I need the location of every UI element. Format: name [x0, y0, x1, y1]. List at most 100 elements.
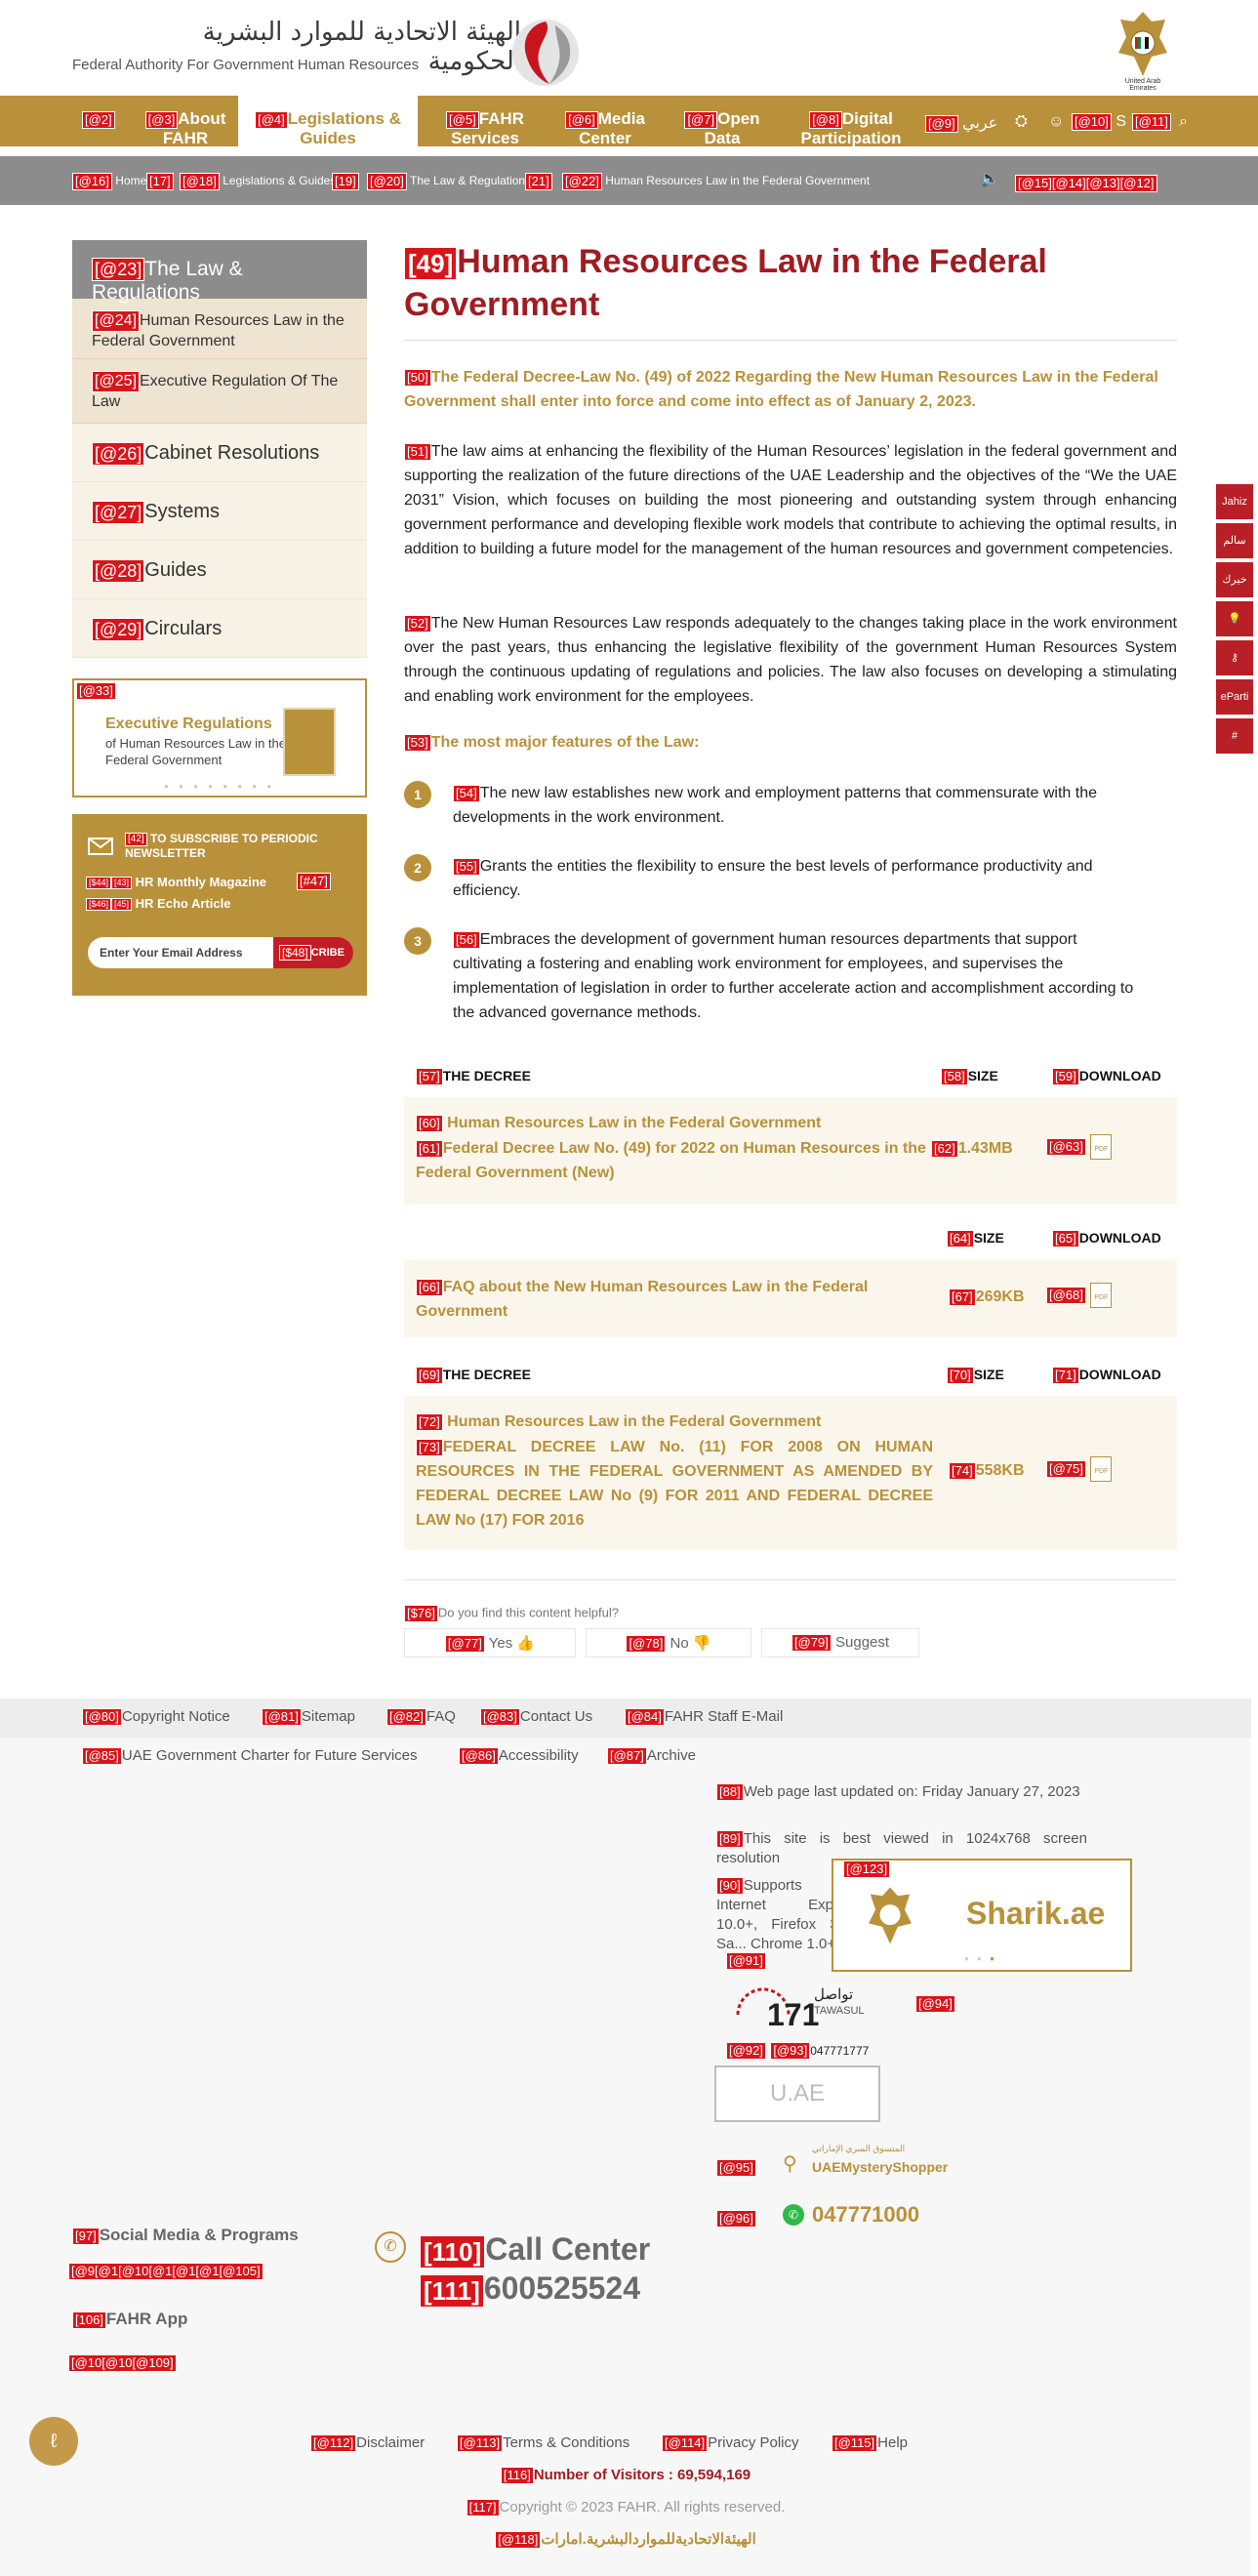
feedback-yes-button[interactable]: [@77] Yes 👍 [404, 1628, 576, 1657]
newsletter-option-magazine[interactable]: [$44] [43] HR Monthly Magazine [86, 875, 266, 890]
footer-link[interactable]: [@84] FAHR Staff E-Mail [625, 1708, 783, 1727]
sidebar-heading[interactable]: [@23] The Law & Regulations [72, 240, 367, 304]
feedback-yes-label: Yes [488, 1635, 513, 1652]
tawasul-extra[interactable]: [@94] [915, 1995, 955, 2013]
sidebar-item-executive-regulation[interactable]: [@25] Executive Regulation Of The Law [72, 359, 367, 424]
jahiz-icon[interactable]: Jahiz [1216, 484, 1253, 519]
nav-home[interactable]: [@2] [82, 109, 115, 129]
eparticipation-icon[interactable]: eParti [1216, 679, 1253, 715]
feedback-question-text: Do you find this content helpful? [437, 1605, 619, 1620]
nav-services[interactable]: [@5] FAHR Services [433, 109, 537, 148]
khairak-icon[interactable]: خيرك [1216, 562, 1253, 597]
breadcrumb-legislations[interactable]: [@18] Legislations & Guides [180, 173, 336, 190]
nav-extra-2[interactable]: [@11] [1132, 113, 1171, 131]
sidebar-item-guides[interactable]: [@28] Guides [72, 541, 367, 599]
idea-icon[interactable]: 💡 [1216, 601, 1253, 636]
tag-label: [66] [416, 1278, 443, 1296]
document-size: [62] 1.43MB [931, 1140, 1013, 1158]
footer-link[interactable]: [@80] Copyright Notice [82, 1708, 230, 1727]
footer-link[interactable]: [@85] UAE Government Charter for Future S… [82, 1747, 418, 1766]
feature-item: 3 [56] Embraces the development of govern… [404, 927, 1177, 1025]
accessibility-signature-icon[interactable]: ℓ [29, 2417, 78, 2466]
tag-label: [@15][@14][@13][@12] [1015, 175, 1157, 192]
call-center[interactable]: [110] Call Center [111] 600525524 [420, 2229, 650, 2308]
feature-text-body: The new law establishes new work and emp… [453, 785, 1097, 826]
app-store-icons[interactable]: [@10[@10[@109] [68, 2354, 177, 2372]
newsletter-extra[interactable]: [#47] [297, 873, 331, 890]
column-header-download: [65] DOWNLOAD [1052, 1230, 1161, 1248]
tag-label: [65] [1052, 1230, 1079, 1248]
footer-link[interactable]: [@114] Privacy Policy [662, 2434, 799, 2453]
phone-link[interactable]: [@92] [@93] 047771777 [726, 2042, 869, 2060]
document-link[interactable]: [73] FEDERAL DECREE LAW No. (11) FOR 2008… [416, 1435, 933, 1533]
breadcrumb-law-regulations[interactable]: [@20] The Law & Regulations [367, 173, 531, 190]
nav-extra[interactable]: [@10] S [1072, 113, 1126, 131]
whatsapp-link[interactable]: [@96] ✆ 047771000 [716, 2202, 919, 2228]
footer-link[interactable]: [@112] Disclaimer [310, 2434, 425, 2453]
carousel-dots[interactable]: ● ● ● ● ● ● ● ● [164, 782, 275, 791]
tag-label: [@6] [565, 110, 598, 129]
fahr-logo[interactable]: الهيئة الاتحادية للموارد البشرية الحكومي… [72, 12, 579, 86]
download-button[interactable]: [@75] PDF [1046, 1456, 1113, 1482]
executive-regulations-banner[interactable]: [@33] Executive Regulations of Human Res… [72, 678, 367, 797]
tag-label: [@80] [82, 1708, 122, 1727]
footer-link[interactable]: [@86] Accessibility [459, 1747, 579, 1766]
subscribe-button[interactable]: [$48] CRIBE [273, 937, 353, 968]
page-title-text: Human Resources Law in the Federal Gover… [404, 243, 1047, 323]
newsletter-option-echo[interactable]: [$46] [45] HR Echo Article [86, 896, 230, 912]
footer-link[interactable]: [@87] Archive [607, 1747, 696, 1766]
sidebar-item-hr-law[interactable]: [@24] Human Resources Law in the Federal … [72, 299, 367, 359]
footer-link[interactable]: [@83] Contact Us [480, 1708, 592, 1727]
key-icon[interactable]: ⚷ [1216, 640, 1253, 675]
document-link[interactable]: [61] Federal Decree Law No. (49) for 2022… [416, 1136, 933, 1185]
speaker-icon[interactable]: 🔈 [980, 169, 999, 188]
sidebar-item-cabinet[interactable]: [@26] Cabinet Resolutions [72, 424, 367, 482]
document-link[interactable]: [66] FAQ about the New Human Resources La… [416, 1275, 933, 1324]
feedback-no-button[interactable]: [@78] No 👎 [586, 1628, 751, 1657]
tag-label: [@82] [386, 1708, 426, 1727]
sharik-banner[interactable]: [@123] Sharik.ae ● ● ● [832, 1859, 1132, 1972]
tag-label: [@79] [791, 1634, 832, 1653]
footer-link[interactable]: [@113] Terms & Conditions [457, 2434, 629, 2453]
nav-participation[interactable]: [@8] Digital Participation [791, 109, 912, 148]
tag-label: [53] [404, 734, 431, 752]
breadcrumb-home[interactable]: [@16] Home [72, 173, 146, 190]
footer-link[interactable]: [@81] Sitemap [262, 1708, 355, 1727]
more-icon[interactable]: # [1216, 718, 1253, 754]
arabic-domain-link[interactable]: [@118] الهيئةالاتحاديةللمواردالبشرية.امار… [0, 2530, 1251, 2550]
tag-label: [42] [125, 832, 147, 846]
mystery-shopper-link[interactable]: [@95] ⚲ المتسوق السري الإماراتي UAEMyste… [716, 2144, 948, 2177]
paragraph-responds: [52] The New Human Resources Law responds… [404, 611, 1177, 709]
tawasul-logo[interactable]: [@91] 171 تواصل TAWASUL [726, 1952, 921, 2042]
social-media-icons[interactable]: [@9[@1[@10[@1[@1[@1[@105] [68, 2263, 264, 2280]
footer-link[interactable]: [@82] FAQ [386, 1708, 456, 1727]
newsletter-title-text: TO SUBSCRIBE TO PERIODIC NEWSLETTER [125, 832, 318, 860]
download-button[interactable]: [@63] PDF [1046, 1134, 1113, 1160]
whatsapp-icon: ✆ [783, 2204, 804, 2226]
nav-media[interactable]: [@6] Media Center [556, 109, 654, 148]
language-label: عربي [962, 115, 998, 132]
uae-emblem-icon[interactable] [1109, 8, 1177, 88]
sidebar-item-circulars[interactable]: [@29] Circulars [72, 599, 367, 658]
nav-about[interactable]: [@3] About FAHR [137, 109, 234, 148]
email-field[interactable]: Enter Your Email Address [$48] CRIBE [88, 937, 353, 968]
salem-icon[interactable]: سالم [1216, 523, 1253, 558]
copyright-text: Copyright © 2023 FAHR. All rights reserv… [499, 2499, 786, 2515]
tag-label: [$46] [86, 898, 112, 912]
footer-link[interactable]: [@115] Help [832, 2434, 908, 2453]
tag-label: [@20] [367, 173, 407, 190]
carousel-dots[interactable]: ● ● ● [964, 1954, 997, 1963]
feedback-suggest-button[interactable]: [@79] Suggest [761, 1628, 919, 1657]
uae-portal-logo[interactable]: U.AE [714, 2065, 880, 2122]
page-tools[interactable]: [@15][@14][@13][@12] [1015, 175, 1157, 192]
user-icon[interactable]: ☺ [1048, 113, 1064, 131]
nav-open-data[interactable]: [@7] Open Data [673, 109, 771, 148]
document-group-title-text: Human Resources Law in the Federal Gover… [447, 1115, 822, 1131]
language-toggle[interactable]: [@9] عربي [925, 113, 997, 133]
sidebar-item-systems[interactable]: [@27] Systems [72, 482, 367, 541]
download-button[interactable]: [@68] PDF [1046, 1283, 1113, 1308]
nav-legislations[interactable]: [@4] Legislations & Guides [238, 96, 418, 154]
tag-label: [45] [111, 898, 133, 912]
search-icon[interactable]: ⌕ [1179, 113, 1188, 131]
sitemap-icon[interactable]: ⛭ [1015, 113, 1028, 131]
